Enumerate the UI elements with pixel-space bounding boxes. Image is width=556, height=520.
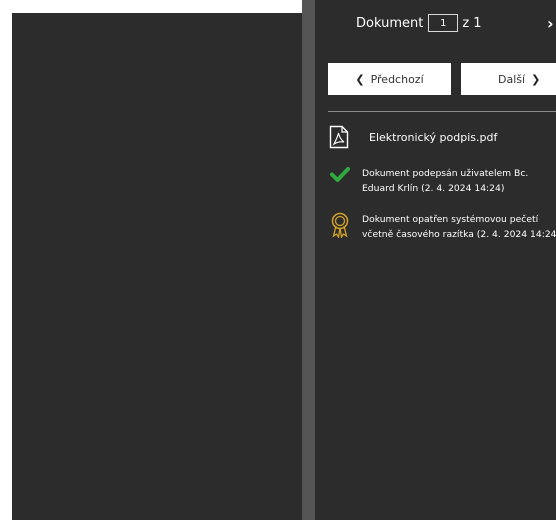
divider <box>328 111 556 112</box>
previous-button-label: Předchozí <box>370 72 424 86</box>
seal-certificate-icon <box>331 212 349 238</box>
signature-status: Dokument podepsán uživatelem Bc. Eduard … <box>329 166 528 196</box>
page-label: Dokument <box>356 15 424 31</box>
page-total: z 1 <box>462 15 482 31</box>
pdf-file-icon <box>329 125 349 149</box>
chevron-right-icon[interactable]: › <box>547 14 554 33</box>
page-counter: Dokument z 1 <box>356 13 482 33</box>
previous-document-button[interactable]: ❮ Předchozí <box>328 63 451 95</box>
seal-status-line-2: včetně časového razítka (2. 4. 2024 14:2… <box>362 229 556 240</box>
page-number-input[interactable] <box>428 14 459 32</box>
panel-splitter[interactable] <box>302 0 315 520</box>
chevron-right-icon: ❯ <box>531 72 541 86</box>
signature-status-line-2: Eduard Krlín (2. 4. 2024 14:24) <box>362 183 505 194</box>
signature-status-line-1: Dokument podepsán uživatelem Bc. <box>362 168 529 179</box>
seal-status-line-1: Dokument opatřen systémovou pečetí <box>362 214 539 225</box>
chevron-left-icon: ❮ <box>355 72 365 86</box>
file-name: Elektronický podpis.pdf <box>369 130 498 144</box>
seal-status: Dokument opatřen systémovou pečetí včetn… <box>329 212 556 242</box>
document-preview-pane[interactable] <box>12 13 302 520</box>
next-document-button[interactable]: Další ❯ <box>461 63 556 95</box>
file-row: Elektronický podpis.pdf <box>329 125 497 149</box>
signature-side-panel: Dokument z 1 › ❮ Předchozí Další ❯ Elekt… <box>315 0 556 520</box>
checkmark-icon <box>330 167 350 182</box>
document-viewer: Dokument z 1 › ❮ Předchozí Další ❯ Elekt… <box>0 0 556 520</box>
next-button-label: Další <box>498 72 526 86</box>
